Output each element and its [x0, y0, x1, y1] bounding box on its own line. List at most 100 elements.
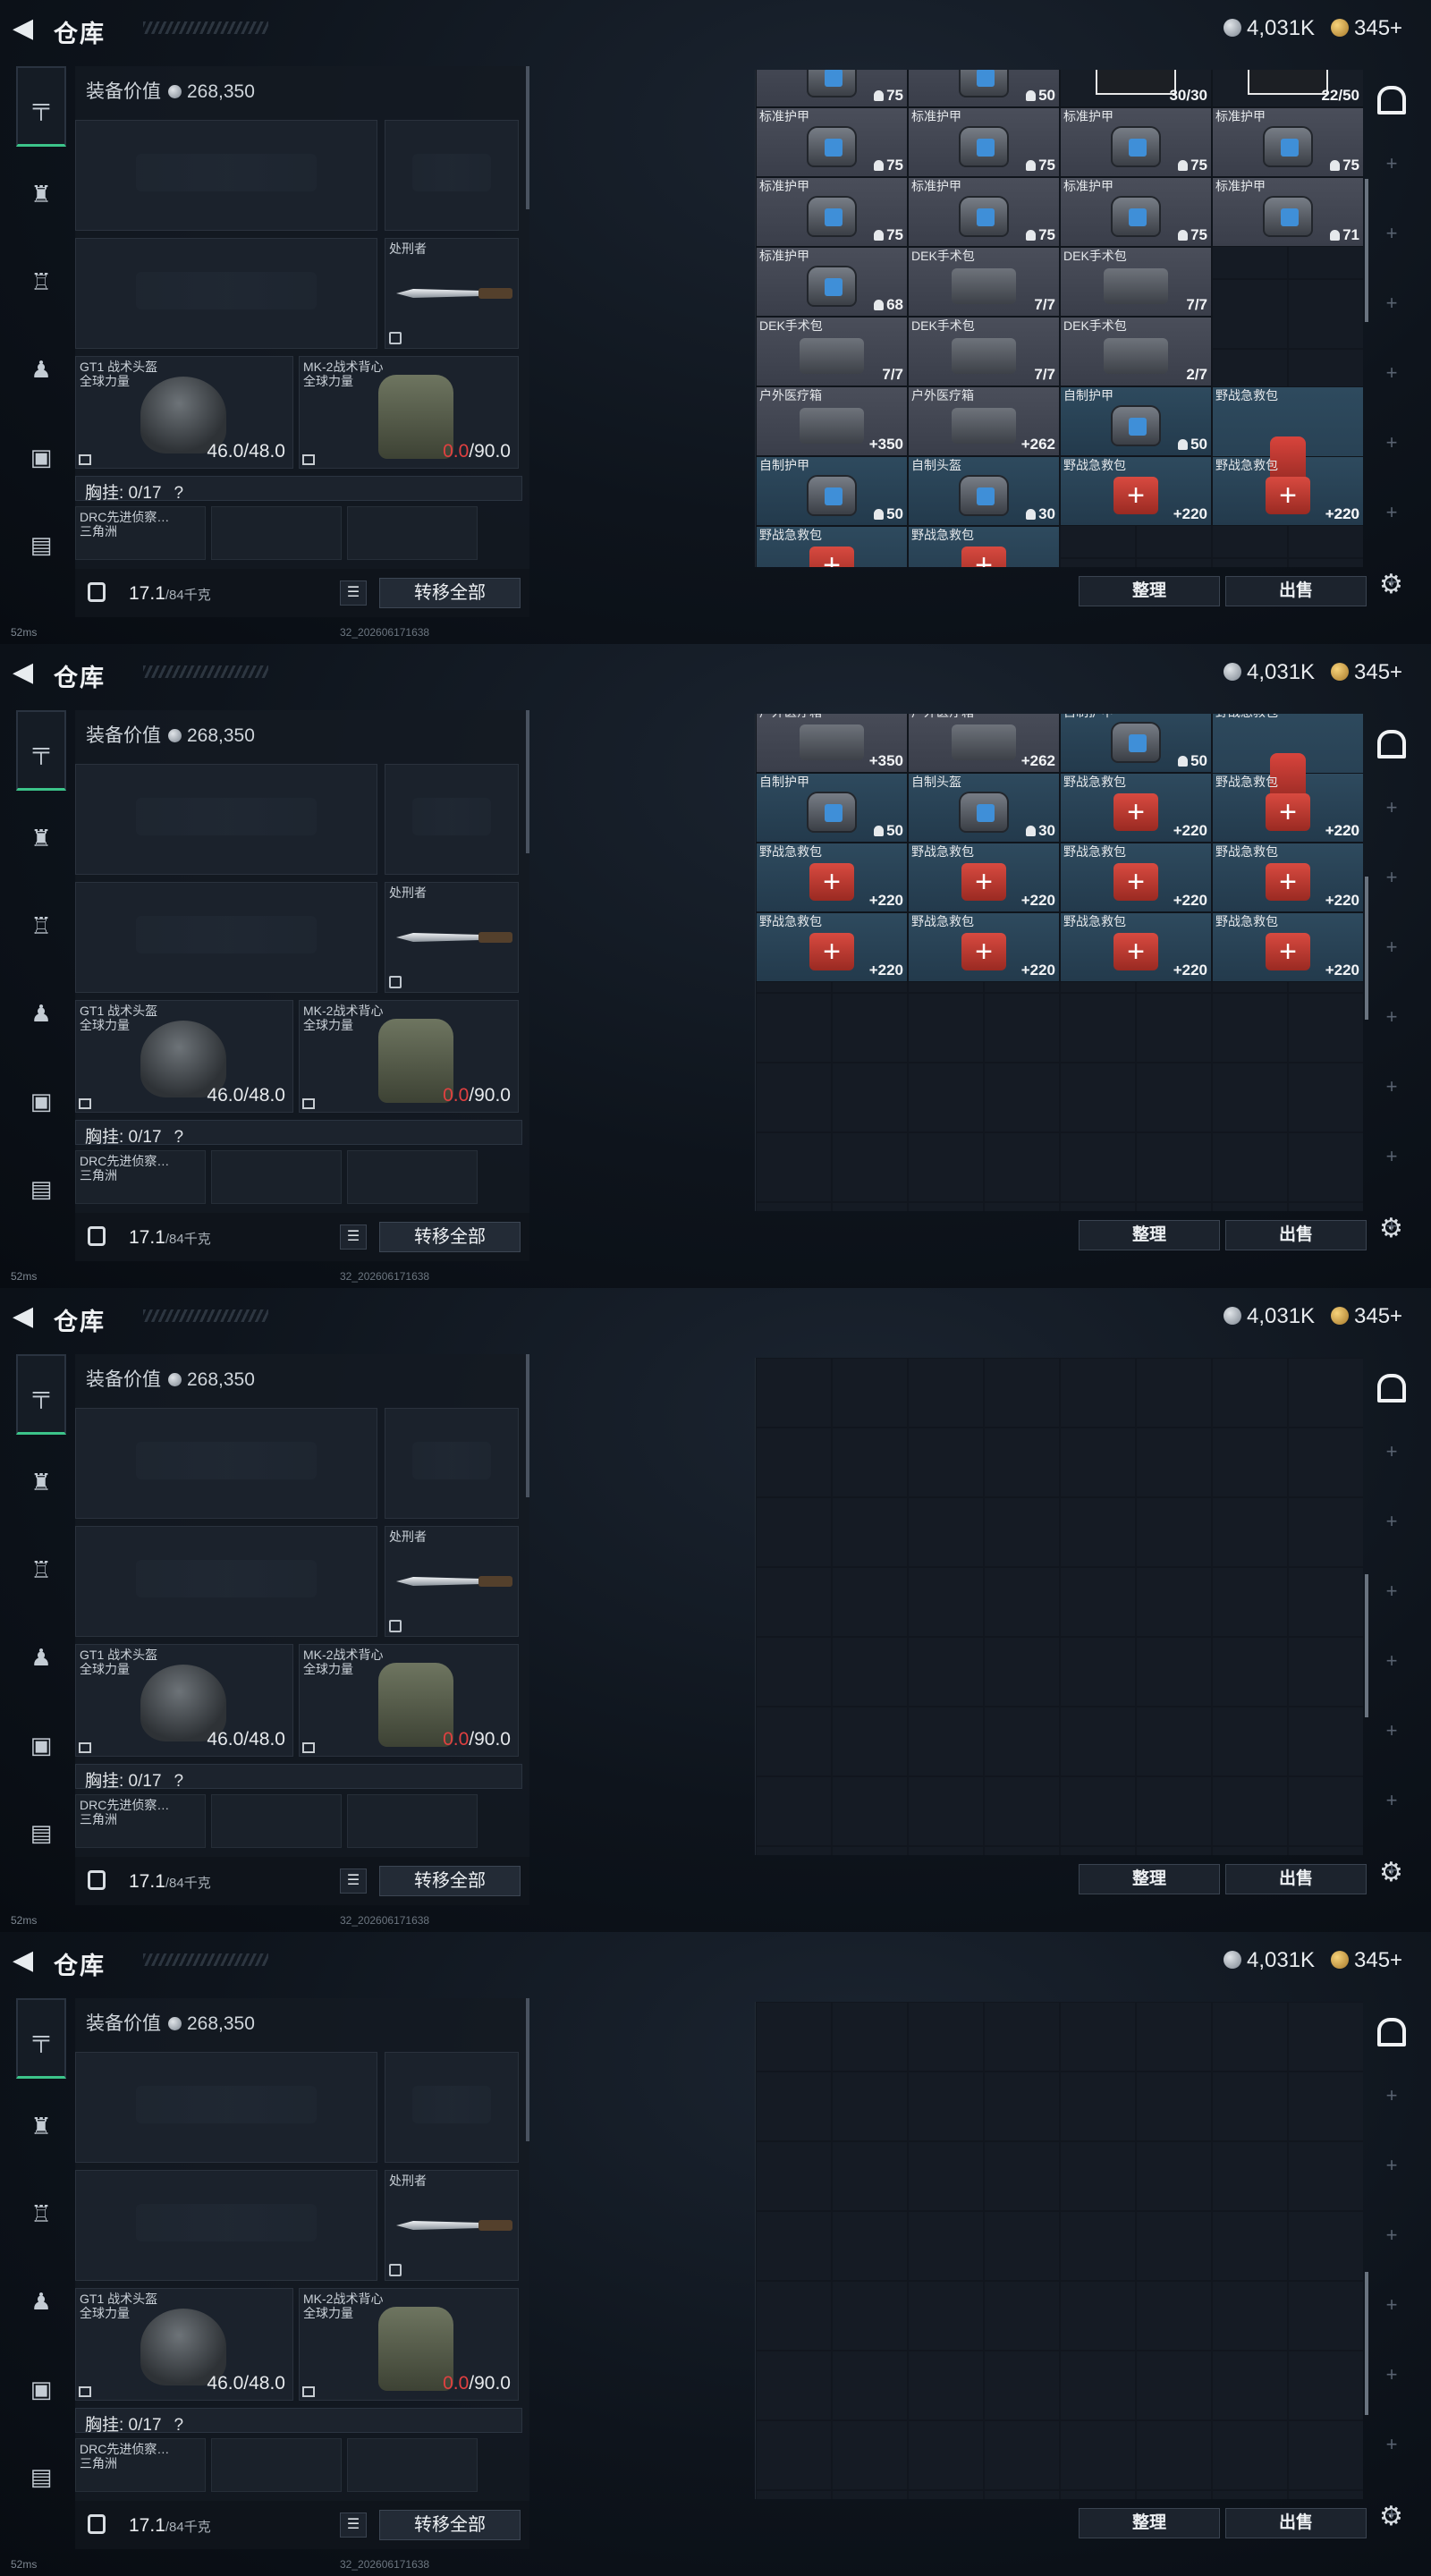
sort-button[interactable]: 整理: [1079, 1864, 1220, 1894]
gold-currency[interactable]: 345+: [1331, 16, 1402, 41]
empty-cell[interactable]: [984, 1497, 1060, 1567]
grid-scrollbar[interactable]: [1365, 1574, 1368, 1717]
rig-slot[interactable]: DRC先进侦察… 三角洲: [75, 506, 206, 560]
inventory-item[interactable]: 30/30: [1060, 70, 1212, 107]
add-storage-icon[interactable]: +: [1381, 1075, 1402, 1098]
sidebar-container-icon[interactable]: ▣: [16, 1061, 66, 1141]
inventory-item[interactable]: 标准护甲 71: [1212, 177, 1363, 247]
add-storage-icon[interactable]: +: [1381, 1789, 1402, 1812]
empty-cell[interactable]: [756, 2281, 832, 2351]
empty-cell[interactable]: [908, 1707, 984, 1776]
rig-slot[interactable]: DRC先进侦察… 三角洲: [75, 1150, 206, 1204]
empty-cell[interactable]: [1212, 1776, 1288, 1846]
inventory-item[interactable]: 野战急救包 +220: [756, 843, 908, 912]
empty-cell[interactable]: [1136, 2351, 1212, 2420]
inventory-item[interactable]: 标准护甲 75: [1060, 107, 1212, 177]
add-storage-icon[interactable]: +: [1381, 1440, 1402, 1463]
empty-cell[interactable]: [1288, 1846, 1363, 1855]
chest-rig-bar[interactable]: 胸挂: 0/17?: [75, 2408, 522, 2435]
add-storage-icon[interactable]: +: [1381, 796, 1402, 819]
secondary-weapon-slot[interactable]: [75, 882, 377, 993]
empty-cell[interactable]: [984, 1358, 1060, 1428]
inventory-item[interactable]: 野战急救包 +220: [756, 912, 908, 982]
empty-cell[interactable]: [984, 2002, 1060, 2072]
add-storage-icon[interactable]: +: [1381, 2503, 1402, 2526]
empty-cell[interactable]: [1288, 993, 1363, 1063]
sidebar-armor-icon[interactable]: ♖: [16, 1530, 66, 1610]
inventory-item[interactable]: 标准护甲 75: [756, 177, 908, 247]
add-storage-icon[interactable]: +: [1381, 1859, 1402, 1882]
empty-cell[interactable]: [1288, 279, 1363, 349]
add-storage-icon[interactable]: +: [1381, 292, 1402, 315]
empty-cell[interactable]: [908, 1358, 984, 1428]
empty-cell[interactable]: [1136, 993, 1212, 1063]
empty-cell[interactable]: [908, 1428, 984, 1497]
transfer-all-button[interactable]: 转移全部: [379, 578, 521, 608]
empty-cell[interactable]: [1060, 2281, 1136, 2351]
empty-cell[interactable]: [1136, 1132, 1212, 1202]
sidebar-armor-icon[interactable]: ♖: [16, 886, 66, 966]
inventory-item[interactable]: 野战急救包: [756, 526, 908, 567]
empty-cell[interactable]: [908, 2141, 984, 2211]
empty-cell[interactable]: [1060, 1776, 1136, 1846]
empty-cell[interactable]: [1136, 2281, 1212, 2351]
empty-cell[interactable]: [756, 1428, 832, 1497]
add-storage-icon[interactable]: +: [1381, 2154, 1402, 2177]
inventory-item[interactable]: 户外医疗箱 +350: [756, 386, 908, 456]
empty-cell[interactable]: [1136, 1497, 1212, 1567]
lock-icon[interactable]: [88, 1870, 106, 1890]
rig-slot[interactable]: [211, 1794, 342, 1848]
empty-cell[interactable]: [832, 1567, 908, 1637]
empty-cell[interactable]: [756, 1202, 832, 1211]
empty-cell[interactable]: [1060, 1637, 1136, 1707]
empty-cell[interactable]: [984, 1637, 1060, 1707]
add-storage-icon[interactable]: +: [1381, 361, 1402, 385]
empty-cell[interactable]: [908, 1202, 984, 1211]
inventory-item[interactable]: 自制头盔 30: [908, 456, 1060, 526]
empty-cell[interactable]: [1060, 2072, 1136, 2141]
sidebar-pistol-icon[interactable]: ╤: [16, 1998, 66, 2079]
empty-cell[interactable]: [832, 2490, 908, 2499]
primary-weapon-slot[interactable]: [75, 764, 377, 875]
empty-cell[interactable]: [984, 2351, 1060, 2420]
inventory-item[interactable]: 野战急救包: [908, 526, 1060, 567]
empty-cell[interactable]: [984, 2281, 1060, 2351]
sidebar-backpack-icon[interactable]: ♟: [16, 329, 66, 410]
empty-cell[interactable]: [832, 1358, 908, 1428]
empty-cell[interactable]: [1212, 2420, 1288, 2490]
sell-button[interactable]: 出售: [1225, 1864, 1367, 1894]
rig-slot[interactable]: [211, 1150, 342, 1204]
empty-cell[interactable]: [984, 2211, 1060, 2281]
empty-cell[interactable]: [1288, 558, 1363, 567]
inventory-item[interactable]: 标准护甲 75: [1212, 107, 1363, 177]
sell-button[interactable]: 出售: [1225, 576, 1367, 606]
warehouse-icon[interactable]: [1377, 1374, 1406, 1402]
primary-weapon-slot[interactable]: [75, 1408, 377, 1519]
melee-slot[interactable]: 处刑者: [385, 882, 519, 993]
warehouse-icon[interactable]: [1377, 2018, 1406, 2046]
sort-button[interactable]: 整理: [1079, 1220, 1220, 1250]
empty-cell[interactable]: [1136, 1776, 1212, 1846]
secondary-weapon-slot[interactable]: [75, 2170, 377, 2281]
secondary-weapon-slot[interactable]: [75, 1526, 377, 1637]
pistol-slot[interactable]: [385, 2052, 519, 2163]
inventory-item[interactable]: DEK手术包 7/7: [1060, 247, 1212, 317]
empty-cell[interactable]: [908, 2002, 984, 2072]
inventory-item[interactable]: 野战急救包 +220: [1212, 912, 1363, 982]
empty-cell[interactable]: [832, 1063, 908, 1132]
empty-cell[interactable]: [832, 2002, 908, 2072]
inventory-item[interactable]: 标准护甲 75: [908, 107, 1060, 177]
sidebar-pistol-icon[interactable]: ╤: [16, 1354, 66, 1435]
add-storage-icon[interactable]: +: [1381, 2433, 1402, 2456]
inventory-item[interactable]: 户外医疗箱 +262: [908, 386, 1060, 456]
empty-cell[interactable]: [1136, 1063, 1212, 1132]
list-view-button[interactable]: ☰: [340, 1224, 367, 1250]
empty-cell[interactable]: [908, 2420, 984, 2490]
empty-cell[interactable]: [1060, 2420, 1136, 2490]
empty-cell[interactable]: [1288, 1707, 1363, 1776]
vest-slot[interactable]: MK-2战术背心 全球力量 0.0/90.0: [299, 1000, 519, 1113]
rig-slot[interactable]: [347, 1794, 478, 1848]
inventory-item[interactable]: DEK手术包 7/7: [908, 317, 1060, 386]
empty-cell[interactable]: [1060, 1202, 1136, 1211]
empty-cell[interactable]: [1212, 2211, 1288, 2281]
